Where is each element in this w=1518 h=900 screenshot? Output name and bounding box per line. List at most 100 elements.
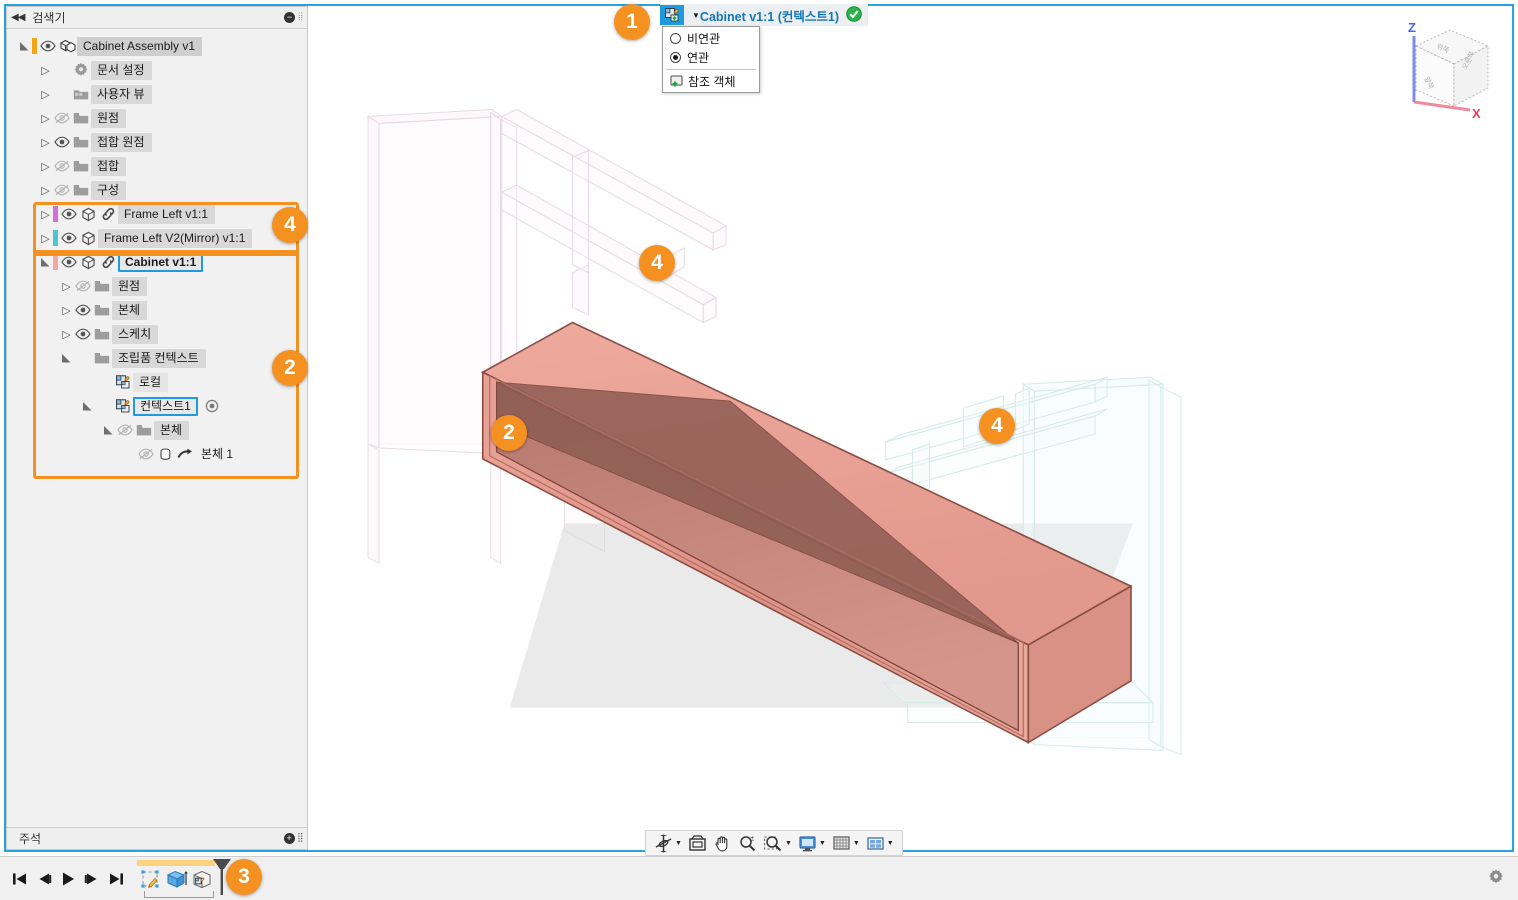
grid-snap-icon[interactable]: ▼: [832, 834, 860, 853]
look-at-icon[interactable]: [688, 834, 707, 853]
menu-item-non-associative[interactable]: 비연관: [663, 29, 759, 48]
green-check-icon[interactable]: [846, 5, 862, 25]
eye-visible-icon[interactable]: [74, 304, 92, 316]
expand-arrow-icon[interactable]: ▷: [38, 184, 53, 197]
expand-arrow-icon[interactable]: ▷: [59, 304, 74, 317]
chevron-down-icon[interactable]: ▼: [692, 11, 700, 20]
eye-visible-icon[interactable]: [60, 256, 78, 268]
tree-row[interactable]: ▷ 접합 원점: [7, 130, 307, 154]
tree-row[interactable]: 로컬: [7, 370, 307, 394]
eye-hidden-icon[interactable]: [53, 160, 71, 172]
eye-hidden-icon[interactable]: [137, 448, 155, 460]
tree-row[interactable]: ▷ 본체: [7, 298, 307, 322]
navigation-toolbar[interactable]: ▼ ± ▼ ▼ ▼ ▼: [645, 830, 903, 856]
step-forward-icon[interactable]: [80, 866, 104, 892]
eye-visible-icon[interactable]: [53, 136, 71, 148]
pan-hand-icon[interactable]: [713, 834, 732, 853]
chevron-down-icon[interactable]: ▼: [785, 840, 792, 847]
zoom-window-icon[interactable]: ▼: [763, 834, 792, 853]
tree-row[interactable]: ▷ 원점: [7, 106, 307, 130]
target-dot-icon[interactable]: [202, 399, 222, 413]
chevron-down-icon[interactable]: ▼: [819, 840, 826, 847]
tree-row[interactable]: 컨텍스트1: [7, 394, 307, 418]
collapse-arrow-icon[interactable]: [80, 401, 95, 412]
eye-visible-icon[interactable]: [39, 40, 57, 52]
chevron-down-icon[interactable]: ▼: [887, 840, 894, 847]
browser-title: 검색기: [32, 11, 66, 25]
play-icon[interactable]: [56, 866, 80, 892]
zoom-icon[interactable]: ±: [738, 834, 757, 853]
orbit-icon[interactable]: ▼: [654, 834, 682, 853]
step-back-icon[interactable]: [32, 866, 56, 892]
menu-item-associative[interactable]: 연관: [663, 48, 759, 67]
extrude-feature-icon[interactable]: [163, 866, 189, 892]
svg-text:±: ±: [750, 835, 754, 842]
collapse-arrow-icon[interactable]: [38, 257, 53, 268]
expand-arrow-icon[interactable]: ▷: [59, 328, 74, 341]
tree-row[interactable]: 본체: [7, 418, 307, 442]
expand-arrow-icon[interactable]: ▷: [38, 208, 53, 221]
radio-unselected-icon[interactable]: [670, 33, 681, 44]
sketch-feature-icon[interactable]: [137, 866, 163, 892]
menu-item-reference-object[interactable]: 참조 객체: [663, 72, 759, 91]
tree-row[interactable]: Cabinet v1:1: [7, 250, 307, 274]
browser-tree[interactable]: Cabinet Assembly v1 ▷ 문서 설정 ▷ 사용자 뷰 ▷ 원점 ▷ 접합 원점…: [7, 29, 307, 827]
collapse-arrow-icon[interactable]: [101, 425, 116, 436]
timeline-playback-controls[interactable]: [0, 866, 128, 892]
eye-hidden-icon[interactable]: [53, 184, 71, 196]
jump-start-icon[interactable]: [8, 866, 32, 892]
grip-icon[interactable]: ⦙⦙: [298, 11, 303, 24]
tree-row[interactable]: ▷ 원점: [7, 274, 307, 298]
eye-hidden-icon[interactable]: [74, 280, 92, 292]
expand-arrow-icon[interactable]: ▷: [38, 64, 53, 77]
eye-visible-icon[interactable]: [60, 208, 78, 220]
tree-row[interactable]: ▷ 스케치: [7, 322, 307, 346]
link-arrow-icon: [175, 448, 195, 461]
tree-item-label: Frame Left V2(Mirror) v1:1: [98, 228, 253, 248]
eye-hidden-icon[interactable]: [53, 112, 71, 124]
tree-row[interactable]: ▷ 문서 설정: [7, 58, 307, 82]
eye-visible-icon[interactable]: [60, 232, 78, 244]
expand-arrow-icon[interactable]: ▷: [38, 160, 53, 173]
context-association-menu[interactable]: 비연관 연관 참조 객체: [662, 26, 760, 93]
context-editing-bar[interactable]: ▼ Cabinet v1:1 (컨텍스트1) 비연관 연관 참조 객체: [660, 4, 869, 93]
display-settings-icon[interactable]: ▼: [798, 834, 826, 853]
expand-arrow-icon[interactable]: ▷: [38, 136, 53, 149]
expand-arrow-icon[interactable]: ▷: [59, 280, 74, 293]
tree-row[interactable]: Cabinet Assembly v1: [7, 34, 307, 58]
menu-label: 연관: [687, 51, 710, 65]
add-icon[interactable]: +: [283, 833, 295, 844]
expand-arrow-icon[interactable]: ▷: [38, 88, 53, 101]
eye-visible-icon[interactable]: [74, 328, 92, 340]
minimize-icon[interactable]: −: [284, 12, 296, 23]
context-edit-icon[interactable]: [660, 5, 684, 25]
tree-item-label: 구성: [91, 180, 127, 200]
gear-icon[interactable]: [1486, 868, 1506, 891]
jump-end-icon[interactable]: [104, 866, 128, 892]
menu-label: 참조 객체: [688, 75, 736, 89]
context-bar-header[interactable]: ▼ Cabinet v1:1 (컨텍스트1): [660, 4, 869, 26]
viewport-layout-icon[interactable]: ▼: [866, 834, 894, 853]
tree-row[interactable]: 본체 1: [7, 442, 307, 466]
tree-row[interactable]: ▷ Frame Left v1:1: [7, 202, 307, 226]
chevron-down-icon[interactable]: ▼: [675, 840, 682, 847]
collapse-arrow-icon[interactable]: [59, 353, 74, 364]
radio-selected-icon[interactable]: [670, 52, 681, 63]
expand-arrow-icon[interactable]: ▷: [38, 232, 53, 245]
grip-icon[interactable]: ⦙⦙: [298, 831, 303, 846]
folder-icon: [71, 136, 91, 149]
folder-icon: [92, 352, 112, 365]
eye-hidden-icon[interactable]: [116, 424, 134, 436]
tree-row[interactable]: ▷ 접합: [7, 154, 307, 178]
browser-panel[interactable]: ◀◀ 검색기 − ⦙⦙ Cabinet Assembly v1 ▷ 문서 설정 ▷ 사용…: [6, 6, 308, 850]
view-cube[interactable]: Z X 위쪽 앞쪽 오른쪽: [1384, 14, 1504, 124]
timeline-features[interactable]: [137, 866, 215, 892]
collapse-arrow-icon[interactable]: [17, 41, 32, 52]
chevron-down-icon[interactable]: ▼: [853, 840, 860, 847]
tree-row[interactable]: ▷ 사용자 뷰: [7, 82, 307, 106]
expand-arrow-icon[interactable]: ▷: [38, 112, 53, 125]
tree-row[interactable]: ▷ Frame Left V2(Mirror) v1:1: [7, 226, 307, 250]
tree-row[interactable]: ▷ 구성: [7, 178, 307, 202]
collapse-left-icon[interactable]: ◀◀: [11, 12, 25, 23]
tree-row[interactable]: 조립품 컨텍스트: [7, 346, 307, 370]
